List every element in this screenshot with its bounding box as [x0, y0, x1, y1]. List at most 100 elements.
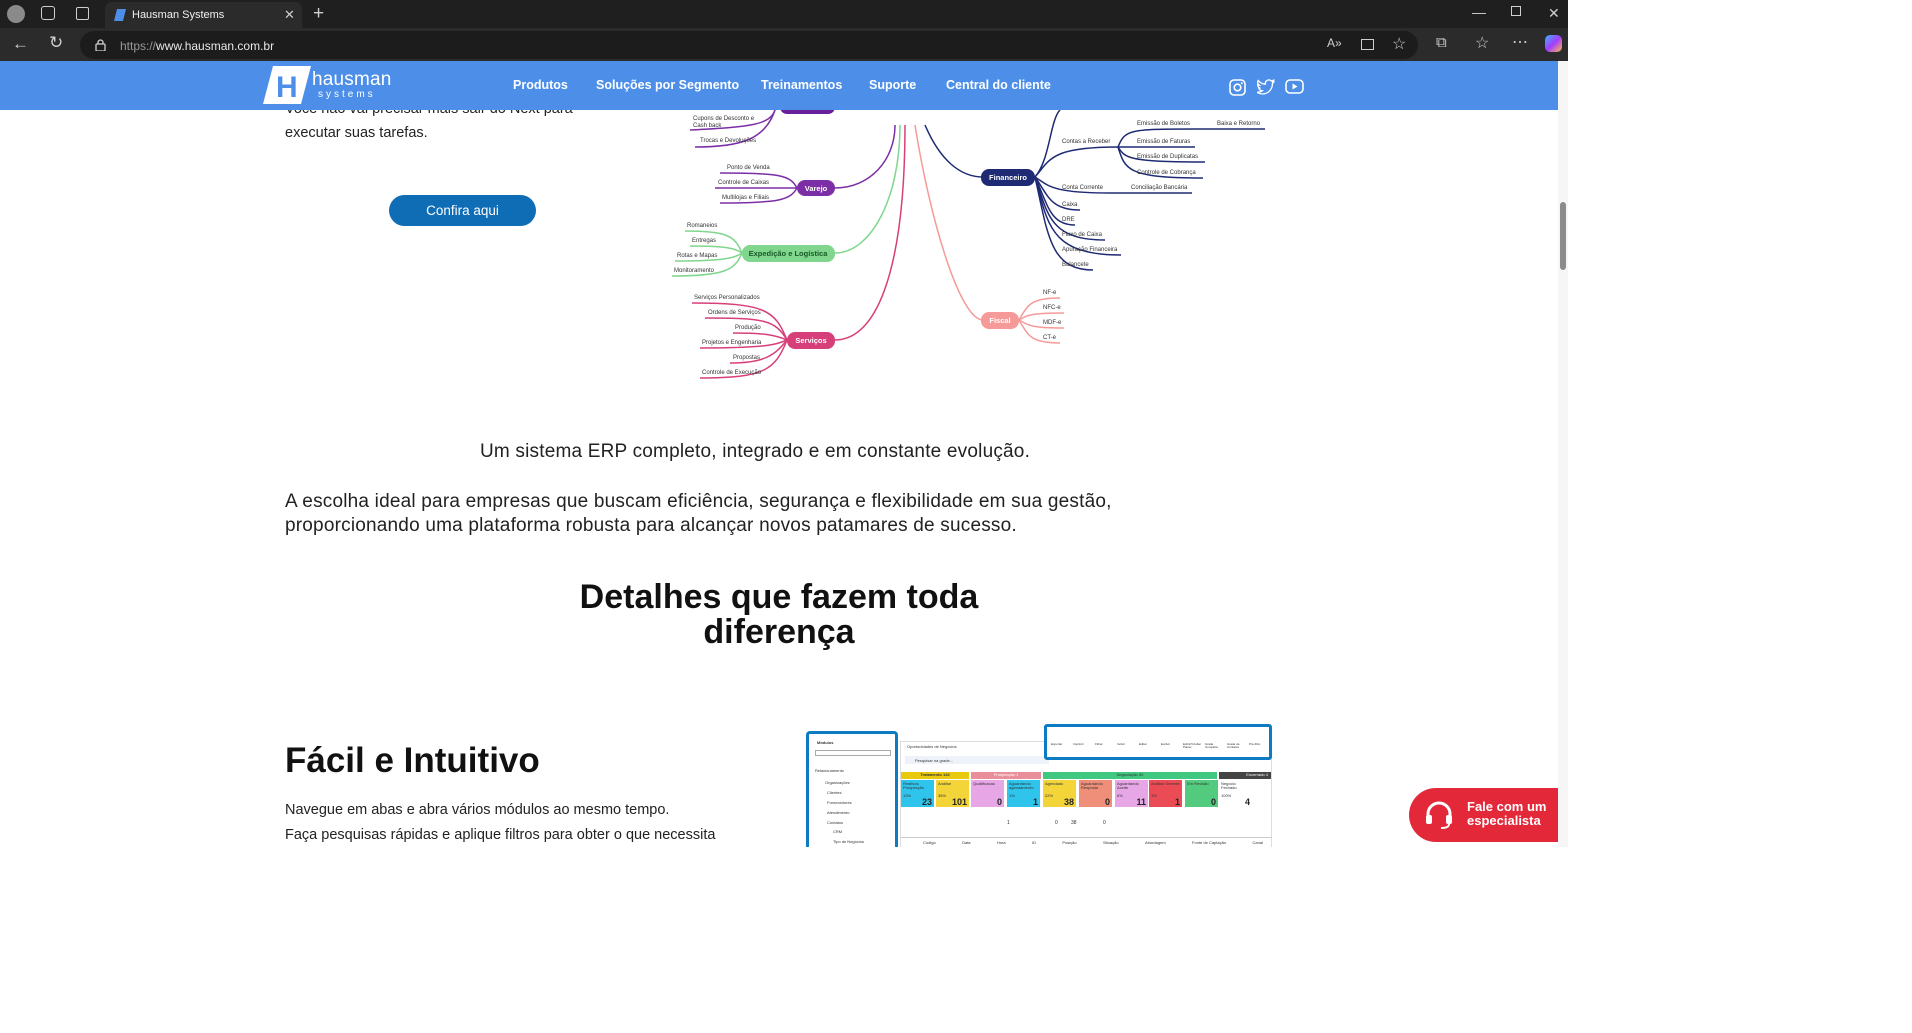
restore-icon[interactable] — [1511, 6, 1521, 16]
grid-column-header: Posição — [1062, 840, 1077, 845]
pipeline-card[interactable]: Análise 38% 101 — [936, 780, 969, 807]
mindmap-item: Emissão de Boletos — [1137, 121, 1190, 127]
pipeline-card[interactable]: Aguardando Resposta 0 — [1079, 780, 1112, 807]
close-tab-icon[interactable]: ✕ — [284, 7, 295, 23]
toolbar-button[interactable]: Incluir — [1117, 743, 1133, 749]
pipeline-card-title: Análise Gerente — [1151, 781, 1180, 786]
immersive-reader-icon[interactable] — [1361, 39, 1374, 50]
mindmap-item: Conciliação Bancária — [1131, 185, 1188, 191]
address-bar[interactable]: https://www.hausman.com.br A» ☆ — [80, 31, 1418, 59]
lead-text-2a: A escolha ideal para empresas que buscam… — [285, 491, 1112, 512]
mindmap-item: Cupons de Desconto e — [693, 116, 755, 122]
fale-com-especialista-button[interactable]: Fale com um especialista — [1409, 788, 1558, 842]
instagram-icon[interactable] — [1229, 79, 1246, 96]
mindmap-item: Controle de Cobrança — [1137, 170, 1196, 176]
url-host: www.hausman.com.br — [156, 39, 275, 53]
twitter-icon[interactable] — [1257, 79, 1275, 95]
grid-column-header: Fonte de Captação — [1192, 840, 1227, 845]
grid-columns: Código Data Hora ID Posição Situação Abordagem… — [923, 840, 1263, 845]
nav-produtos[interactable]: Produtos — [513, 78, 568, 92]
nav-suporte[interactable]: Suporte — [869, 78, 916, 92]
new-tab-icon[interactable]: + — [313, 3, 324, 25]
pipeline-card-count: 1 — [1174, 797, 1180, 807]
stage-header: Negociação 50 — [1043, 772, 1217, 779]
hausman-favicon-icon — [114, 9, 126, 21]
refresh-icon[interactable]: ↻ — [49, 33, 63, 53]
pipeline-card-title: Aguardando Resposta — [1081, 781, 1103, 790]
pipeline-card-count: 0 — [1210, 797, 1216, 807]
read-aloud-icon[interactable]: A» — [1327, 36, 1342, 50]
toolbar-button[interactable]: Filtrar — [1095, 743, 1111, 749]
toolbar-button[interactable]: Imprimir — [1073, 743, 1089, 749]
toolbar-button[interactable]: Grade de Contatos — [1227, 743, 1243, 749]
pipeline-card[interactable]: Qualificacao 0 — [971, 780, 1004, 807]
section-heading-line-2: diferença — [703, 613, 855, 651]
pipeline-card[interactable]: Negócio Fechado 100% 4 — [1219, 780, 1252, 807]
nav-treinamentos[interactable]: Treinamentos — [761, 78, 842, 92]
toolbar-button[interactable]: Pré-filtro — [1249, 743, 1265, 749]
lock-icon[interactable] — [95, 39, 106, 51]
profile-icon[interactable] — [7, 5, 25, 23]
toolbar-button[interactable]: Editar — [1139, 743, 1155, 749]
screenshot-tab: Oportunidades de Negócios — [907, 744, 957, 749]
logo-name: hausman — [312, 69, 392, 90]
feature-title: Fácil e Intuitivo — [285, 741, 540, 780]
pipeline-card[interactable]: Aguardando agendamento 1% 1 — [1007, 780, 1040, 807]
logo-wordmark[interactable]: hausman systems — [312, 70, 392, 100]
toolbar-button[interactable]: Excluir — [1161, 743, 1177, 749]
mindmap-fiscal: Fiscal — [989, 316, 1010, 325]
hausman-logo-icon[interactable]: H — [263, 66, 311, 104]
mindmap-item: MDF-e — [1043, 320, 1062, 326]
confira-aqui-button[interactable]: Confira aqui — [389, 195, 536, 226]
grid-column-header: ID — [1031, 840, 1036, 845]
pipeline-card[interactable]: Reativos Prospecção 13% 23 — [901, 780, 934, 807]
page-scrollbar[interactable] — [1558, 61, 1568, 847]
pipeline-card-percent: 38% — [938, 793, 947, 798]
pipeline-card-percent: 100% — [1221, 793, 1232, 798]
url-text[interactable]: https://www.hausman.com.br — [120, 39, 274, 53]
extensions-icon[interactable]: ⧉ — [1436, 34, 1447, 51]
mindmap-item: NFC-e — [1043, 305, 1061, 311]
logo-subname: systems — [318, 89, 376, 100]
scrollbar-thumb[interactable] — [1560, 202, 1566, 270]
intro-line-2: executar suas tarefas. — [285, 125, 428, 141]
mindmap-item: Romaneios — [687, 223, 717, 229]
toolbar-button[interactable]: Exportar — [1051, 743, 1067, 749]
minimize-icon[interactable]: — — [1472, 4, 1486, 20]
feature-text-2: Faça pesquisas rápidas e aplique filtros… — [285, 827, 716, 843]
mindmap-item: Trocas e Devoluções — [700, 138, 756, 144]
favorite-star-icon[interactable]: ☆ — [1392, 34, 1406, 54]
pipeline-card-count: 11 — [1136, 797, 1146, 807]
pipeline-card[interactable]: Em Revisão 0 — [1185, 780, 1218, 807]
lead-text-2b: proporcionando uma plataforma robusta pa… — [285, 515, 1017, 536]
address-bar-row: ← ↻ https://www.hausman.com.br A» ☆ ⧉ ☆ … — [0, 28, 1568, 61]
grid-column-header: Data — [962, 840, 971, 845]
favorites-icon[interactable]: ☆ — [1475, 33, 1489, 53]
tab-actions-icon[interactable] — [76, 7, 89, 20]
more-icon[interactable]: ⋯ — [1512, 32, 1528, 52]
mindmap-servicos: Serviços — [795, 336, 826, 345]
pipeline-card[interactable]: Agendado 22% 38 — [1043, 780, 1076, 807]
mindmap-item: Cash back — [693, 123, 722, 129]
workspaces-icon[interactable] — [41, 6, 55, 20]
mindmap-item: CT-e — [1043, 335, 1057, 341]
mindmap-item: Entregas — [692, 238, 716, 244]
cta-line-2: especialista — [1467, 813, 1541, 828]
close-window-icon[interactable]: ✕ — [1548, 5, 1560, 22]
grid-column-header: Canal — [1252, 840, 1263, 845]
mindmap-item: Controle de Execução — [702, 370, 762, 376]
copilot-icon[interactable] — [1545, 35, 1562, 52]
youtube-icon[interactable] — [1285, 79, 1304, 94]
toolbar-button[interactable]: Grade Completa — [1205, 743, 1221, 749]
nav-solucoes-segmento[interactable]: Soluções por Segmento — [596, 78, 739, 92]
nav-central-cliente[interactable]: Central do cliente — [946, 78, 1051, 92]
pipeline-card-title: Reativos Prospecção — [903, 781, 925, 790]
modules-title: Módulos — [817, 740, 834, 745]
pipeline-card[interactable]: Aguardando Aceite 6% 11 — [1115, 780, 1148, 807]
back-icon[interactable]: ← — [12, 34, 29, 54]
toolbar-button[interactable]: Exibir/Ocultar Painel — [1183, 743, 1201, 749]
tree-item: Fornecedores — [827, 800, 852, 805]
browser-tab[interactable]: Hausman Systems ✕ — [105, 2, 302, 28]
pipeline-card[interactable]: Análise Gerente 1% 1 — [1149, 780, 1182, 807]
section-heading-line-1: Detalhes que fazem toda — [579, 578, 979, 616]
